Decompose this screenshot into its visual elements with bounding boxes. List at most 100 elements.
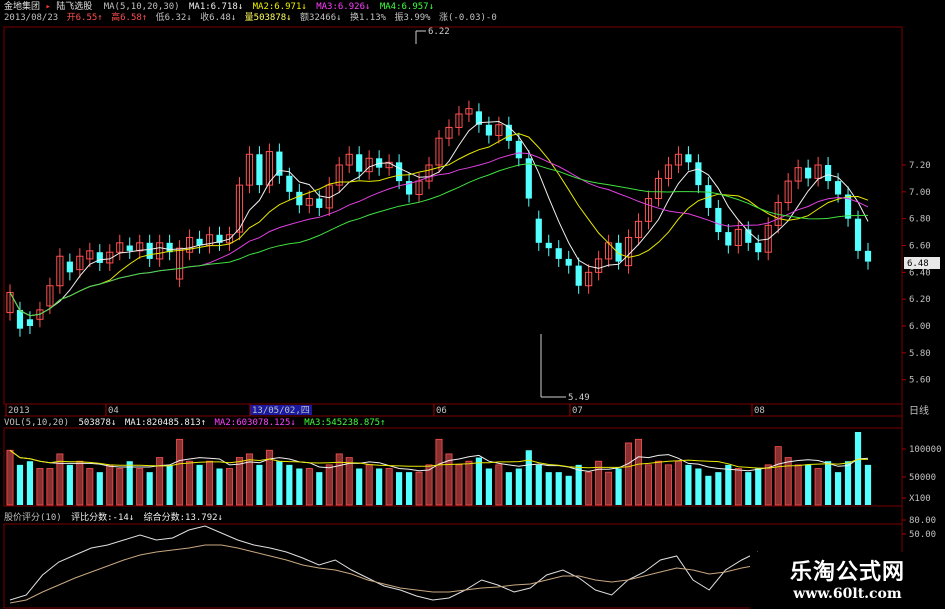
candle — [425, 156, 433, 190]
volume-bar — [66, 464, 73, 505]
candle — [6, 284, 14, 321]
candle — [805, 159, 812, 187]
candle-body-down — [834, 181, 842, 195]
candle — [634, 213, 643, 246]
volume-bar — [176, 438, 184, 506]
volume-bar — [864, 464, 872, 505]
candle — [166, 234, 173, 261]
volume-bar — [465, 460, 473, 506]
vol-title: VOL(5,10,20) — [4, 418, 70, 428]
score-tick-label: 50.00 — [909, 530, 936, 540]
vol-tick-label: 50000 — [909, 473, 936, 483]
candle — [146, 234, 153, 267]
candle — [256, 146, 263, 194]
candle-body-down — [565, 258, 572, 266]
current-price-label: 6.48 — [907, 259, 929, 269]
candle — [674, 146, 683, 174]
volume-bar — [435, 438, 443, 506]
score-lines — [9, 525, 759, 604]
volume-bar — [505, 472, 512, 505]
volume-bar — [575, 464, 582, 505]
candle-body-down — [575, 265, 582, 286]
price-tick-label: 6.40 — [909, 268, 931, 278]
volume-bar — [335, 453, 343, 506]
candle-body-down — [16, 309, 24, 329]
volume-bar — [345, 457, 353, 506]
vol-value: 503878↓ — [78, 418, 117, 428]
volume-bar — [545, 472, 552, 505]
candle-body-down — [555, 248, 562, 259]
low-price-marker: 5.49 — [540, 334, 590, 403]
time-label: 04 — [108, 406, 119, 416]
volume-bar — [585, 471, 593, 506]
score-composite-line — [9, 544, 759, 604]
vol-ma1: MA1:820485.813↑ — [124, 418, 207, 428]
volume-bar — [385, 468, 393, 506]
volume-bar — [76, 460, 84, 506]
volume-bar — [116, 468, 124, 506]
candle-body-down — [864, 250, 872, 262]
candle — [555, 240, 562, 267]
price-tick-label: 5.60 — [909, 376, 931, 386]
candle-body-down — [286, 175, 293, 192]
candle — [545, 234, 552, 257]
watermark-url: www.60lt.com — [793, 586, 902, 602]
candle-body-down — [825, 165, 832, 182]
volume-bar — [146, 472, 153, 505]
candle — [445, 119, 453, 147]
price-tick-label: 6.60 — [909, 242, 931, 252]
candle-body-down — [126, 245, 133, 251]
candle — [794, 159, 802, 190]
volume-bar — [376, 468, 383, 505]
candle — [286, 167, 293, 200]
vol-ma3: MA3:545238.875↑ — [304, 418, 386, 428]
candle — [196, 230, 203, 254]
volume-bar — [106, 464, 114, 506]
volume-bar — [605, 471, 613, 506]
candle — [305, 190, 313, 214]
ma30-line — [9, 163, 869, 317]
candle-body-down — [146, 242, 153, 259]
candle — [316, 190, 323, 216]
volume-bar — [535, 464, 542, 505]
candle — [495, 116, 503, 144]
time-label: 07 — [572, 406, 583, 416]
volume-bar — [475, 457, 482, 505]
volume-bar — [455, 464, 463, 506]
price-tick-label: 7.20 — [909, 161, 931, 171]
time-label: 13/05/02,四 — [252, 406, 310, 416]
score-tick-label: 80.00 — [909, 516, 936, 526]
candle — [624, 229, 633, 274]
volume-bar — [495, 464, 503, 506]
candle — [345, 146, 353, 174]
volume-bar — [555, 472, 562, 505]
volume-bar — [764, 464, 772, 506]
candle — [844, 186, 852, 227]
candlestick-series — [6, 100, 872, 337]
volume-bar — [166, 464, 173, 505]
score-composite: 综合分数:13.792↓ — [143, 513, 223, 523]
candle — [664, 156, 673, 187]
candle — [685, 146, 692, 171]
candle — [136, 234, 144, 259]
candle-body-down — [715, 207, 722, 233]
volume-bar — [415, 471, 423, 506]
candle — [475, 103, 482, 133]
volume-bar — [86, 468, 94, 506]
candle — [725, 224, 732, 254]
volume-bar — [365, 464, 373, 506]
candle — [505, 116, 512, 149]
candle — [455, 105, 463, 136]
time-axis: 2013 04 13/05/02,四 06 07 08 日线 — [5, 404, 929, 417]
candle-body-down — [96, 252, 103, 263]
volume-bar — [26, 461, 34, 505]
candle-body-down — [485, 124, 492, 136]
candle-body-down — [725, 232, 732, 246]
volume-bar — [834, 472, 842, 505]
candle — [575, 257, 582, 294]
volume-bar — [216, 468, 223, 505]
candle — [605, 234, 613, 267]
volume-bar — [805, 464, 812, 505]
volume-bar — [515, 468, 522, 505]
candle-body-down — [316, 198, 323, 208]
